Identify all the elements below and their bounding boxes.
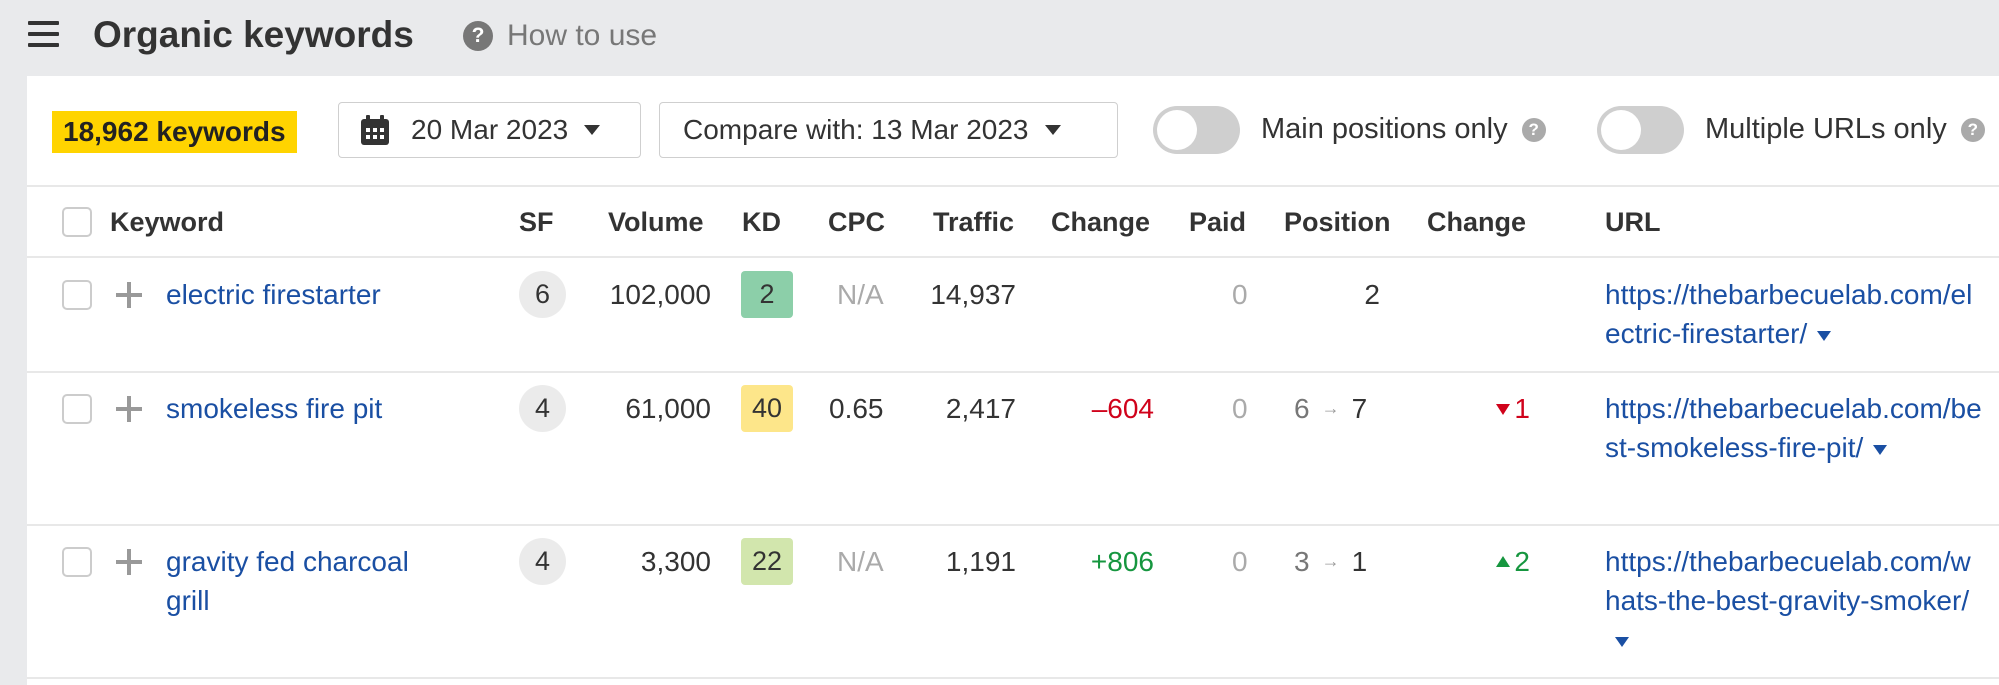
position-value: 2: [1364, 279, 1380, 310]
url-link[interactable]: https://thebarbecuelab.com/whats-the-bes…: [1605, 542, 1985, 659]
cpc-value: 0.65: [829, 393, 884, 424]
arrow-right-icon: →: [1321, 551, 1340, 571]
volume-value: 3,300: [640, 546, 711, 577]
cpc-value: N/A: [837, 546, 884, 577]
url-dropdown-icon[interactable]: [1873, 444, 1888, 455]
keyword-link[interactable]: smokeless fire pit: [166, 389, 466, 428]
divider: [27, 677, 1999, 679]
column-header-url[interactable]: URL: [1605, 207, 1661, 238]
cpc-value: N/A: [837, 279, 884, 310]
help-circle-icon: ?: [463, 21, 493, 51]
row-checkbox[interactable]: [62, 547, 92, 577]
how-to-use-label: How to use: [507, 19, 658, 52]
column-header-traffic[interactable]: Traffic: [933, 207, 1014, 238]
keyword-link[interactable]: electric firestarter: [166, 275, 466, 314]
date-label: 20 Mar 2023: [411, 114, 569, 145]
position-value: 7: [1351, 393, 1368, 424]
kd-badge: 40: [741, 385, 793, 432]
triangle-up-icon: [1496, 556, 1511, 567]
paid-value: 0: [1232, 279, 1248, 310]
column-header-cpc[interactable]: CPC: [828, 207, 885, 238]
column-header-volume[interactable]: Volume: [608, 207, 704, 238]
help-icon[interactable]: ?: [1521, 117, 1546, 142]
kd-badge: 2: [741, 271, 793, 318]
position-change-value: 1: [1450, 393, 1530, 425]
serp-features-badge[interactable]: 6: [519, 271, 566, 318]
traffic-value: 14,937: [930, 279, 1016, 310]
previous-position: 6: [1294, 393, 1310, 424]
column-header-traffic-change[interactable]: Change: [1051, 207, 1150, 238]
position-value: 1: [1351, 546, 1368, 577]
url-dropdown-icon[interactable]: [1615, 636, 1629, 647]
previous-position: 3: [1294, 546, 1310, 577]
divider: [27, 524, 1999, 526]
select-all-checkbox[interactable]: [62, 207, 92, 237]
keyword-count-badge: 18,962 keywords: [52, 111, 297, 153]
url-link[interactable]: https://thebarbecuelab.com/electric-fire…: [1605, 275, 1985, 353]
traffic-value: 1,191: [945, 546, 1016, 577]
column-header-sf[interactable]: SF: [519, 207, 554, 238]
row-checkbox[interactable]: [62, 394, 92, 424]
add-keyword-plus-icon[interactable]: [116, 282, 142, 308]
top-bar: Organic keywords ? How to use: [0, 0, 1999, 76]
date-picker-button[interactable]: 20 Mar 2023: [338, 102, 641, 158]
paid-value: 0: [1232, 393, 1248, 424]
divider: [27, 371, 1999, 373]
help-icon[interactable]: ?: [1960, 117, 1985, 142]
main-positions-toggle[interactable]: [1153, 106, 1240, 154]
arrow-right-icon: →: [1321, 398, 1340, 418]
how-to-use-link[interactable]: ? How to use: [463, 19, 657, 53]
position-change-range: 6 → 7: [1294, 393, 1367, 425]
add-keyword-plus-icon[interactable]: [116, 396, 142, 422]
hamburger-menu-icon[interactable]: [28, 21, 59, 48]
row-checkbox[interactable]: [62, 280, 92, 310]
column-header-keyword[interactable]: Keyword: [110, 207, 224, 238]
column-header-kd[interactable]: KD: [742, 207, 781, 238]
paid-value: 0: [1232, 546, 1248, 577]
position-change-value: 2: [1450, 546, 1530, 578]
chevron-down-icon: [1044, 125, 1061, 135]
traffic-change-value: –604: [1091, 393, 1154, 424]
column-header-position[interactable]: Position: [1284, 207, 1391, 238]
chevron-down-icon: [584, 125, 601, 135]
url-link[interactable]: https://thebarbecuelab.com/best-smokeles…: [1605, 389, 1985, 467]
volume-value: 102,000: [609, 279, 711, 310]
main-positions-label: Main positions only ?: [1261, 113, 1546, 146]
multiple-urls-label: Multiple URLs only ?: [1705, 113, 1985, 146]
divider: [27, 185, 1999, 187]
compare-date-button[interactable]: Compare with: 13 Mar 2023: [659, 102, 1118, 158]
url-dropdown-icon[interactable]: [1817, 330, 1832, 341]
kd-badge: 22: [741, 538, 793, 585]
traffic-value: 2,417: [945, 393, 1016, 424]
add-keyword-plus-icon[interactable]: [116, 549, 142, 575]
column-header-position-change[interactable]: Change: [1427, 207, 1526, 238]
serp-features-badge[interactable]: 4: [519, 538, 566, 585]
keyword-link[interactable]: gravity fed charcoal grill: [166, 542, 456, 620]
triangle-down-icon: [1496, 404, 1511, 415]
divider: [27, 256, 1999, 258]
column-header-paid[interactable]: Paid: [1189, 207, 1246, 238]
serp-features-badge[interactable]: 4: [519, 385, 566, 432]
position-change-range: 3 → 1: [1294, 546, 1367, 578]
calendar-icon: [361, 115, 389, 145]
volume-value: 61,000: [625, 393, 711, 424]
multiple-urls-toggle[interactable]: [1597, 106, 1684, 154]
compare-label: Compare with: 13 Mar 2023: [683, 114, 1029, 145]
traffic-change-value: +806: [1090, 546, 1154, 577]
page-title: Organic keywords: [93, 14, 414, 55]
